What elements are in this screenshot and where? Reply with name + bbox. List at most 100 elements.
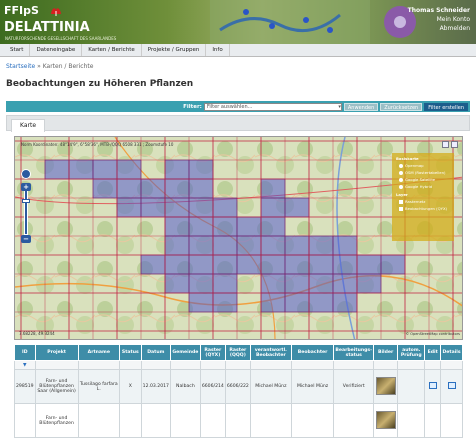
- logout-link[interactable]: Abmelden: [408, 24, 470, 33]
- observation-cell[interactable]: [164, 235, 190, 256]
- observation-cell[interactable]: [44, 159, 70, 180]
- observation-cell[interactable]: [236, 216, 262, 237]
- cell-edit[interactable]: [424, 369, 442, 404]
- observation-cell[interactable]: [68, 159, 94, 180]
- observation-cell[interactable]: [164, 197, 190, 218]
- col-bearbeitungsstatus[interactable]: Bearbeitungs-status: [333, 344, 375, 361]
- map-view[interactable]: Norm Koordinaten: 48°14'9", 6°58'36", MT…: [14, 136, 463, 340]
- observation-cell[interactable]: [308, 273, 334, 294]
- observation-cell[interactable]: [188, 273, 214, 294]
- cell-bilder[interactable]: [373, 403, 399, 438]
- col-autom-pruefung[interactable]: autom. Prüfung: [397, 344, 426, 361]
- col-raster-qyx[interactable]: Raster (QYX): [199, 344, 226, 361]
- overlay-layer-option[interactable]: Beobachtungen (QYX): [399, 206, 450, 211]
- observation-cell[interactable]: [260, 235, 286, 256]
- tab-karte[interactable]: Karte: [11, 119, 46, 132]
- col-projekt[interactable]: Projekt: [34, 344, 79, 361]
- col-bilder[interactable]: Bilder: [373, 344, 399, 361]
- zoom-slider-knob[interactable]: [22, 199, 30, 203]
- observation-cell[interactable]: [212, 254, 238, 275]
- col-details[interactable]: Details: [440, 344, 463, 361]
- table-row[interactable]: 298519 Farn- und Blütenpflanzen Saar (Al…: [14, 369, 463, 404]
- observation-cell[interactable]: [188, 197, 214, 218]
- observation-cell[interactable]: [260, 216, 286, 237]
- observation-cell[interactable]: [260, 292, 286, 313]
- observation-cell[interactable]: [260, 197, 286, 218]
- reset-button[interactable]: Zurücksetzen: [380, 102, 423, 111]
- observation-cell[interactable]: [140, 254, 166, 275]
- observation-cell[interactable]: [188, 292, 214, 313]
- observation-cell[interactable]: [164, 273, 190, 294]
- col-edit[interactable]: Edit: [424, 344, 442, 361]
- observation-cell[interactable]: [164, 216, 190, 237]
- col-gemeinde[interactable]: Gemeinde: [169, 344, 201, 361]
- my-account-link[interactable]: Mein Konto: [408, 15, 470, 24]
- observation-cell[interactable]: [188, 159, 214, 180]
- col-verantw-beobachter[interactable]: verantwortl. Beobachter: [249, 344, 292, 361]
- zoom-in-button[interactable]: +: [21, 183, 31, 191]
- observation-cell[interactable]: [140, 197, 166, 218]
- observation-cell[interactable]: [284, 235, 310, 256]
- base-layer-option[interactable]: Openmap: [399, 163, 450, 168]
- cell-edit[interactable]: [424, 403, 442, 438]
- observation-cell[interactable]: [260, 273, 286, 294]
- observation-cell[interactable]: [164, 159, 190, 180]
- observation-cell[interactable]: [164, 178, 190, 199]
- base-layer-option[interactable]: Google Hybrid: [399, 184, 450, 189]
- observation-cell[interactable]: [116, 197, 142, 218]
- col-datum[interactable]: Datum: [140, 344, 171, 361]
- create-filter-button[interactable]: Filter erstellen: [424, 102, 468, 111]
- observation-cell[interactable]: [356, 273, 382, 294]
- col-id[interactable]: ID: [14, 344, 36, 361]
- filter-select[interactable]: Filter auswählen... ▾: [203, 102, 342, 111]
- pan-icon[interactable]: [21, 169, 31, 179]
- apply-button[interactable]: Anwenden: [343, 102, 379, 111]
- observation-cell[interactable]: [332, 254, 358, 275]
- observation-cell[interactable]: [92, 178, 118, 199]
- photo-thumbnail[interactable]: [375, 410, 396, 429]
- details-icon[interactable]: [447, 382, 456, 389]
- table-row[interactable]: Farn- und Blütenpflanzen: [14, 403, 463, 438]
- observation-cell[interactable]: [116, 178, 142, 199]
- observation-cell[interactable]: [212, 292, 238, 313]
- observation-cell[interactable]: [284, 197, 310, 218]
- breadcrumb-home[interactable]: Startseite: [6, 63, 35, 70]
- observation-cell[interactable]: [308, 292, 334, 313]
- col-raster-qqq[interactable]: Raster (QQQ): [224, 344, 251, 361]
- observation-cell[interactable]: [260, 178, 286, 199]
- observation-cell[interactable]: [188, 216, 214, 237]
- observation-cell[interactable]: [236, 235, 262, 256]
- observation-cell[interactable]: [212, 235, 238, 256]
- observation-cell[interactable]: [236, 254, 262, 275]
- overlay-layer-option[interactable]: Rasternetz: [399, 199, 450, 204]
- nav-projekte-gruppen[interactable]: Projekte / Gruppen: [142, 44, 207, 56]
- cell-details[interactable]: [440, 403, 463, 438]
- nav-karten-berichte[interactable]: Karten / Berichte: [82, 44, 142, 56]
- observation-cell[interactable]: [212, 273, 238, 294]
- observation-cell[interactable]: [164, 254, 190, 275]
- map-tool-icon[interactable]: [442, 141, 449, 148]
- zoom-out-button[interactable]: −: [21, 235, 31, 243]
- observation-cell[interactable]: [380, 254, 406, 275]
- observation-cell[interactable]: [356, 254, 382, 275]
- observation-cell[interactable]: [116, 159, 142, 180]
- observation-cell[interactable]: [308, 235, 334, 256]
- observation-cell[interactable]: [92, 159, 118, 180]
- observation-cell[interactable]: [284, 292, 310, 313]
- observation-cell[interactable]: [212, 216, 238, 237]
- nav-info[interactable]: Info: [206, 44, 230, 56]
- observation-cell[interactable]: [212, 197, 238, 218]
- observation-cell[interactable]: [260, 254, 286, 275]
- cell-bilder[interactable]: [373, 369, 399, 404]
- map-print-icon[interactable]: [451, 141, 458, 148]
- observation-cell[interactable]: [332, 273, 358, 294]
- observation-cell[interactable]: [332, 292, 358, 313]
- nav-start[interactable]: Start: [4, 44, 31, 56]
- col-beobachter[interactable]: Beobachter: [290, 344, 335, 361]
- base-layer-option[interactable]: Google Satellite: [399, 177, 450, 182]
- cell-details[interactable]: [440, 369, 463, 404]
- col-artname[interactable]: Artname: [77, 344, 120, 361]
- observation-cell[interactable]: [308, 254, 334, 275]
- observation-cell[interactable]: [332, 235, 358, 256]
- filter-cell[interactable]: ▼: [14, 360, 36, 370]
